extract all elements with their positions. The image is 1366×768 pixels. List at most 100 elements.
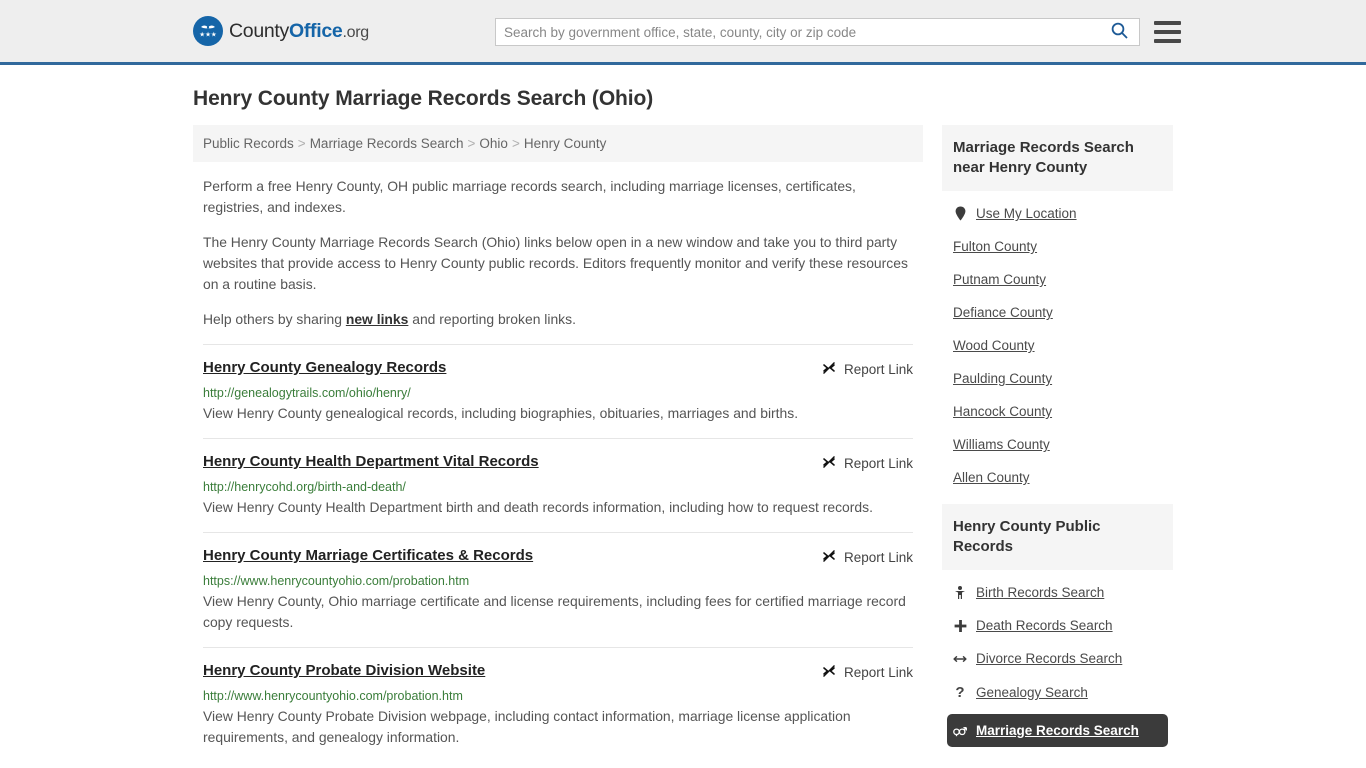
sidebar-link[interactable]: Genealogy Search	[976, 685, 1088, 700]
sidebar: Marriage Records Search near Henry Count…	[942, 125, 1173, 757]
sidebar-link[interactable]: Williams County	[953, 437, 1050, 452]
breadcrumb-item-public-records[interactable]: Public Records	[203, 136, 294, 151]
sidebar-item-allen-county[interactable]: Allen County	[953, 461, 1162, 494]
result-description: View Henry County genealogical records, …	[203, 405, 799, 421]
result-item: Henry County Health Department Vital Rec…	[203, 438, 913, 532]
sidebar-link[interactable]: Death Records Search	[976, 618, 1113, 633]
cross-icon	[953, 619, 967, 633]
sidebar-item-williams-county[interactable]: Williams County	[953, 428, 1162, 461]
report-link-label: Report Link	[843, 550, 913, 565]
breadcrumb-item-ohio[interactable]: Ohio	[479, 136, 508, 151]
result-description: View Henry County Health Department birt…	[203, 499, 873, 515]
sidebar-item-divorce-records-search[interactable]: Divorce Records Search	[953, 642, 1162, 675]
male-female-icon	[953, 724, 967, 737]
broken-link-icon	[821, 663, 837, 682]
result-header: Henry County Genealogy Records Report Li…	[203, 359, 913, 379]
sidebar-public-records-card: Henry County Public Records Birth Record…	[942, 504, 1173, 747]
logo-text: CountyOffice.org	[229, 20, 369, 43]
breadcrumb-separator: >	[511, 136, 520, 151]
report-link-label: Report Link	[843, 456, 913, 471]
result-title-link[interactable]: Henry County Probate Division Website	[203, 662, 485, 679]
content-columns: Public Records > Marriage Records Search > O…	[193, 125, 1173, 762]
sidebar-item-fulton-county[interactable]: Fulton County	[953, 230, 1162, 263]
sidebar-public-records-heading: Henry County Public Records	[942, 504, 1173, 570]
result-item: Henry County Genealogy Records Report Li…	[203, 344, 913, 438]
report-link-button[interactable]: Report Link	[821, 453, 913, 473]
report-link-label: Report Link	[843, 362, 913, 377]
sidebar-item-hancock-county[interactable]: Hancock County	[953, 395, 1162, 428]
report-link-button[interactable]: Report Link	[821, 359, 913, 379]
result-title-link[interactable]: Henry County Genealogy Records	[203, 359, 446, 376]
intro-p3-before: Help others by sharing	[203, 311, 346, 327]
search-box[interactable]	[495, 18, 1140, 46]
breadcrumb-item-marriage-records-search[interactable]: Marriage Records Search	[310, 136, 464, 151]
sidebar-nearby-list: Use My Location Fulton County Putnam Cou…	[942, 191, 1173, 494]
result-header: Henry County Marriage Certificates & Rec…	[203, 547, 913, 567]
sidebar-item-use-my-location[interactable]: Use My Location	[953, 197, 1162, 230]
sidebar-item-putnam-county[interactable]: Putnam County	[953, 263, 1162, 296]
sidebar-link[interactable]: Defiance County	[953, 305, 1053, 320]
broken-link-icon	[821, 360, 837, 379]
sidebar-link[interactable]: Allen County	[953, 470, 1030, 485]
sidebar-link[interactable]: Birth Records Search	[976, 585, 1104, 600]
result-url: http://www.henrycountyohio.com/probation…	[203, 689, 463, 703]
result-url: http://genealogytrails.com/ohio/henry/	[203, 386, 411, 400]
search-button[interactable]	[1108, 21, 1131, 43]
result-title-link[interactable]: Henry County Marriage Certificates & Rec…	[203, 547, 533, 564]
logo-text-county: County	[229, 19, 289, 42]
baby-icon	[953, 585, 967, 600]
eagle-shield-logo-icon: ★★★	[193, 16, 223, 46]
intro-paragraph-2: The Henry County Marriage Records Search…	[203, 234, 908, 292]
result-item: Henry County Probate Division Website Re…	[203, 647, 913, 762]
new-links-link[interactable]: new links	[346, 311, 409, 327]
intro-section: Perform a free Henry County, OH public m…	[193, 162, 923, 330]
breadcrumb: Public Records > Marriage Records Search > O…	[193, 125, 923, 162]
result-description: View Henry County, Ohio marriage certifi…	[203, 593, 906, 630]
header-search-area	[495, 18, 1181, 46]
main-column: Public Records > Marriage Records Search > O…	[193, 125, 923, 762]
result-title-link[interactable]: Henry County Health Department Vital Rec…	[203, 453, 539, 470]
sidebar-item-paulding-county[interactable]: Paulding County	[953, 362, 1162, 395]
sidebar-item-death-records-search[interactable]: Death Records Search	[953, 609, 1162, 642]
report-link-button[interactable]: Report Link	[821, 547, 913, 567]
result-item: Henry County Marriage Certificates & Rec…	[203, 532, 913, 647]
sidebar-link[interactable]: Wood County	[953, 338, 1035, 353]
sidebar-item-genealogy-search[interactable]: ? Genealogy Search	[953, 675, 1162, 710]
breadcrumb-separator: >	[297, 136, 306, 151]
sidebar-public-records-list: Birth Records Search Death Records Searc…	[942, 570, 1173, 747]
sidebar-item-birth-records-search[interactable]: Birth Records Search	[953, 576, 1162, 609]
sidebar-link[interactable]: Hancock County	[953, 404, 1052, 419]
report-link-button[interactable]: Report Link	[821, 662, 913, 682]
map-pin-icon	[953, 206, 967, 221]
sidebar-link[interactable]: Fulton County	[953, 239, 1037, 254]
sidebar-nearby-heading: Marriage Records Search near Henry Count…	[942, 125, 1173, 191]
svg-text:★★★: ★★★	[199, 31, 217, 39]
result-url: http://henrycohd.org/birth-and-death/	[203, 480, 406, 494]
page-title: Henry County Marriage Records Search (Oh…	[193, 87, 654, 110]
sidebar-link[interactable]: Marriage Records Search	[976, 723, 1139, 738]
breadcrumb-item-henry-county[interactable]: Henry County	[524, 136, 607, 151]
result-description: View Henry County Probate Division webpa…	[203, 708, 851, 745]
sidebar-item-marriage-records-search[interactable]: Marriage Records Search	[947, 714, 1168, 747]
sidebar-item-defiance-county[interactable]: Defiance County	[953, 296, 1162, 329]
page-container: Henry County Marriage Records Search (Oh…	[0, 65, 1366, 762]
result-header: Henry County Probate Division Website Re…	[203, 662, 913, 682]
intro-p3-after: and reporting broken links.	[408, 311, 576, 327]
sidebar-link[interactable]: Divorce Records Search	[976, 651, 1122, 666]
intro-paragraph-1: Perform a free Henry County, OH public m…	[203, 178, 856, 215]
left-right-arrow-icon	[953, 653, 967, 665]
logo-text-office: Office	[289, 19, 343, 42]
sidebar-link[interactable]: Putnam County	[953, 272, 1046, 287]
logo-text-org: .org	[342, 23, 369, 41]
sidebar-item-wood-county[interactable]: Wood County	[953, 329, 1162, 362]
intro-paragraph-3: Help others by sharing new links and rep…	[203, 309, 913, 330]
hamburger-menu-icon[interactable]	[1154, 21, 1181, 43]
search-input[interactable]	[504, 24, 1108, 40]
broken-link-icon	[821, 548, 837, 567]
result-url: https://www.henrycountyohio.com/probatio…	[203, 574, 470, 588]
search-icon	[1110, 21, 1129, 43]
sidebar-link[interactable]: Use My Location	[976, 206, 1077, 221]
broken-link-icon	[821, 454, 837, 473]
sidebar-link[interactable]: Paulding County	[953, 371, 1052, 386]
site-logo[interactable]: ★★★ CountyOffice.org	[193, 16, 369, 46]
